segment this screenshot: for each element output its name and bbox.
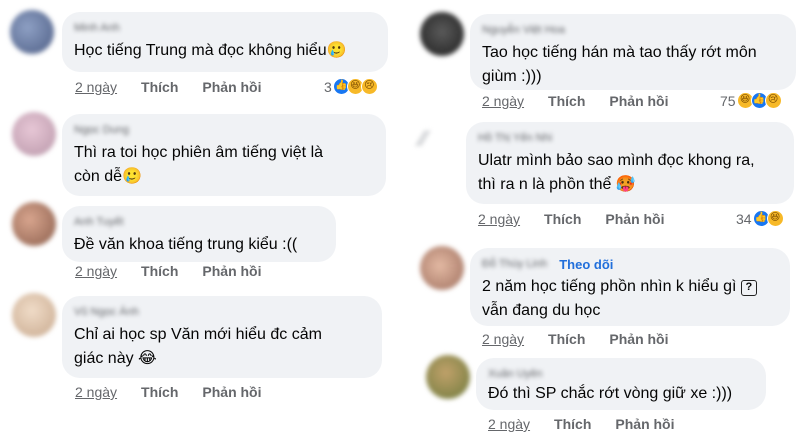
author-row: Đỗ Thùy Linh Theo dõi [482, 256, 778, 272]
like-button[interactable]: Thích [554, 416, 591, 432]
comment-bubble: Minh Anh Học tiếng Trung mà đọc không hi… [62, 12, 388, 72]
reaction-count: 3 [324, 78, 332, 95]
comment-text: Đó thì SP chắc rớt vòng giữ xe :))) [488, 385, 733, 402]
author-name[interactable]: Xuân Uyên [488, 366, 754, 382]
comment-text: Đề văn khoa tiếng trung kiểu :(( [74, 236, 298, 253]
comment-actions: 2 ngày Thích Phản hồi [478, 211, 665, 227]
avatar[interactable] [420, 12, 464, 56]
sad-reaction-icon: 😢 [360, 78, 378, 95]
reaction-count: 75 [720, 92, 736, 109]
reply-button[interactable]: Phản hồi [615, 416, 674, 432]
comment-actions: 2 ngày Thích Phản hồi [75, 79, 262, 95]
comment-bubble: Hồ Thị Yến Nhi Ulatr mình bảo sao mình đ… [466, 122, 794, 204]
comment-bubble: Ngọc Dung Thì ra toi học phiên âm tiếng … [62, 114, 386, 196]
avatar[interactable] [10, 10, 54, 54]
comment-text: còn dễ🥲 [74, 168, 142, 185]
like-button[interactable]: Thích [544, 211, 581, 227]
comment-text: Học tiếng Trung mà đọc không hiểu🥲 [74, 42, 347, 59]
reply-button[interactable]: Phản hồi [605, 211, 664, 227]
avatar[interactable] [426, 355, 470, 399]
comment-text: Ulatr mình bảo sao mình đọc khong ra, [478, 152, 755, 169]
author-name[interactable]: Hồ Thị Yến Nhi [478, 130, 782, 146]
comment-actions: 2 ngày Thích Phản hồi [75, 263, 262, 279]
comment-bubble: Xuân Uyên Đó thì SP chắc rớt vòng giữ xe… [476, 358, 766, 410]
comment-bubble: Anh Tuyết Đề văn khoa tiếng trung kiểu :… [62, 206, 336, 262]
reaction-summary[interactable]: 75 😆 👍 😢 [720, 92, 782, 109]
author-name[interactable]: Vũ Ngọc Ánh [74, 304, 370, 320]
comment-text: 2 năm học tiếng phồn nhìn k hiểu gì ? [482, 275, 778, 299]
reply-button[interactable]: Phản hồi [202, 384, 261, 400]
reaction-summary[interactable]: 3 👍 😆 😢 [324, 78, 378, 95]
follow-button[interactable]: Theo dõi [559, 257, 613, 272]
timestamp-link[interactable]: 2 ngày [75, 384, 117, 400]
author-name[interactable]: Đỗ Thùy Linh [482, 256, 547, 272]
timestamp-link[interactable]: 2 ngày [482, 331, 524, 347]
like-button[interactable]: Thích [141, 79, 178, 95]
comment-text: Thì ra toi học phiên âm tiếng việt là [74, 144, 324, 161]
comment-actions: 2 ngày Thích Phản hồi [482, 331, 669, 347]
comment-actions: 2 ngày Thích Phản hồi [482, 93, 669, 109]
reply-button[interactable]: Phản hồi [609, 93, 668, 109]
timestamp-link[interactable]: 2 ngày [488, 416, 530, 432]
comment-bubble: Đỗ Thùy Linh Theo dõi 2 năm học tiếng ph… [470, 248, 790, 326]
author-name[interactable]: Nguyễn Việt Hoa [482, 22, 784, 38]
reaction-count: 34 [736, 210, 752, 227]
comment-text: giùm :))) [482, 68, 542, 85]
comment-actions: 2 ngày Thích Phản hồi [488, 416, 675, 432]
comment-text-line: 2 năm học tiếng phồn nhìn k hiểu gì [482, 278, 737, 295]
question-box-emoji: ? [740, 280, 757, 296]
timestamp-link[interactable]: 2 ngày [75, 79, 117, 95]
blurred-icon: ⁄⁄ [420, 126, 428, 151]
haha-reaction-icon: 😆 [766, 210, 784, 227]
author-name[interactable]: Anh Tuyết [74, 214, 324, 230]
author-name[interactable]: Minh Anh [74, 20, 376, 36]
avatar[interactable] [12, 202, 56, 246]
like-button[interactable]: Thích [141, 263, 178, 279]
like-button[interactable]: Thích [548, 331, 585, 347]
reply-button[interactable]: Phản hồi [609, 331, 668, 347]
timestamp-link[interactable]: 2 ngày [482, 93, 524, 109]
timestamp-link[interactable]: 2 ngày [75, 263, 117, 279]
timestamp-link[interactable]: 2 ngày [478, 211, 520, 227]
avatar[interactable] [420, 246, 464, 290]
reply-button[interactable]: Phản hồi [202, 79, 261, 95]
avatar[interactable] [12, 112, 56, 156]
reaction-summary[interactable]: 34 👍 😆 [736, 210, 784, 227]
comment-text: vẫn đang du học [482, 302, 601, 319]
avatar[interactable] [12, 293, 56, 337]
like-button[interactable]: Thích [548, 93, 585, 109]
comment-text: Tao học tiếng hán mà tao thấy rớt môn [482, 44, 757, 61]
author-name[interactable]: Ngọc Dung [74, 122, 374, 138]
comment-text: thì ra n là phồn thể 🥵 [478, 176, 636, 193]
comment-actions: 2 ngày Thích Phản hồi [75, 384, 262, 400]
sad-reaction-icon: 😢 [764, 92, 782, 109]
comment-text: Chỉ ai học sp Văn mới hiểu đc cảm [74, 326, 322, 343]
comment-bubble: Nguyễn Việt Hoa Tao học tiếng hán mà tao… [470, 14, 796, 90]
comment-text: giác này 😂 [74, 350, 157, 367]
reply-button[interactable]: Phản hồi [202, 263, 261, 279]
like-button[interactable]: Thích [141, 384, 178, 400]
comment-bubble: Vũ Ngọc Ánh Chỉ ai học sp Văn mới hiểu đ… [62, 296, 382, 378]
